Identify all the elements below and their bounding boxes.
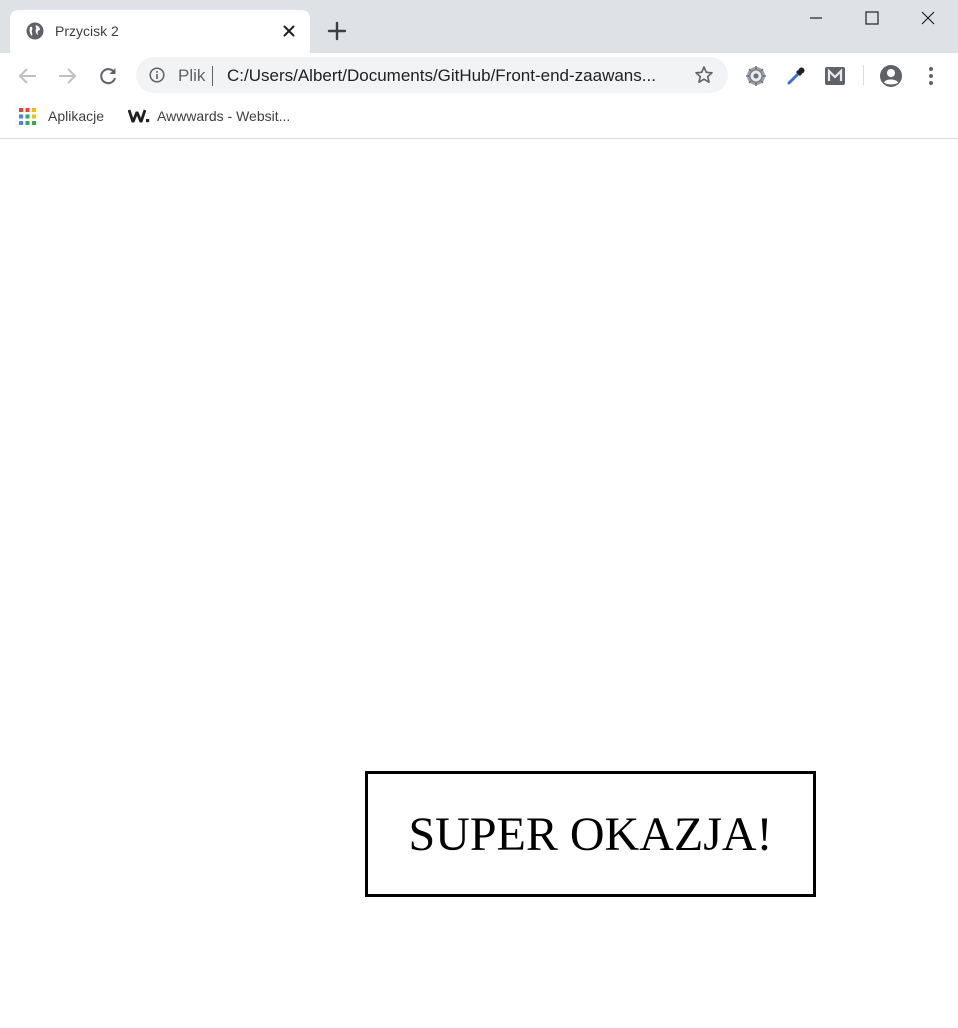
browser-toolbar: Plik C:/Users/Albert/Documents/GitHub/Fr… — [0, 53, 958, 98]
menu-dots-icon[interactable] — [919, 64, 943, 88]
browser-tab[interactable]: Przycisk 2 — [10, 10, 310, 53]
bookmark-label: Awwwards - Websit... — [157, 108, 291, 124]
new-tab-icon[interactable] — [326, 20, 348, 42]
bookmark-awwwards[interactable]: Awwwards - Websit... — [128, 106, 308, 126]
promo-text: SUPER OKAZJA! — [408, 807, 773, 861]
m-extension-icon[interactable] — [823, 64, 847, 88]
close-window-button[interactable] — [900, 0, 956, 36]
eyedropper-extension-icon[interactable] — [784, 64, 808, 88]
awwwards-logo-icon — [128, 109, 150, 123]
toolbar-divider — [863, 65, 864, 85]
back-arrow-icon[interactable] — [16, 64, 40, 88]
close-tab-icon[interactable] — [281, 23, 297, 39]
forward-arrow-icon[interactable] — [55, 64, 79, 88]
tab-strip: Przycisk 2 — [0, 0, 958, 53]
url-text[interactable]: C:/Users/Albert/Documents/GitHub/Front-e… — [227, 66, 672, 86]
minimize-button[interactable] — [788, 0, 844, 36]
gear-extension-icon[interactable] — [744, 64, 768, 88]
bookmark-apps[interactable]: Aplikacje — [19, 106, 111, 126]
info-icon[interactable] — [149, 67, 165, 83]
tab-title: Przycisk 2 — [55, 23, 119, 39]
bookmark-label: Aplikacje — [48, 108, 105, 124]
maximize-icon — [865, 11, 879, 25]
bookmarks-bar: Aplikacje Awwwards - Websit... — [0, 98, 958, 139]
reload-icon[interactable] — [96, 64, 120, 88]
profile-avatar-icon[interactable] — [879, 64, 903, 88]
globe-icon — [26, 22, 44, 40]
page-viewport: SUPER OKAZJA! — [0, 139, 958, 1028]
maximize-button[interactable] — [844, 0, 900, 36]
bookmark-star-icon[interactable] — [694, 65, 714, 85]
close-icon — [921, 11, 935, 25]
minimize-icon — [810, 17, 822, 19]
apps-grid-icon — [19, 108, 36, 125]
address-bar[interactable]: Plik C:/Users/Albert/Documents/GitHub/Fr… — [136, 57, 728, 93]
promo-button[interactable]: SUPER OKAZJA! — [365, 771, 816, 897]
url-separator — [212, 66, 213, 86]
url-scheme-label: Plik — [178, 66, 206, 85]
